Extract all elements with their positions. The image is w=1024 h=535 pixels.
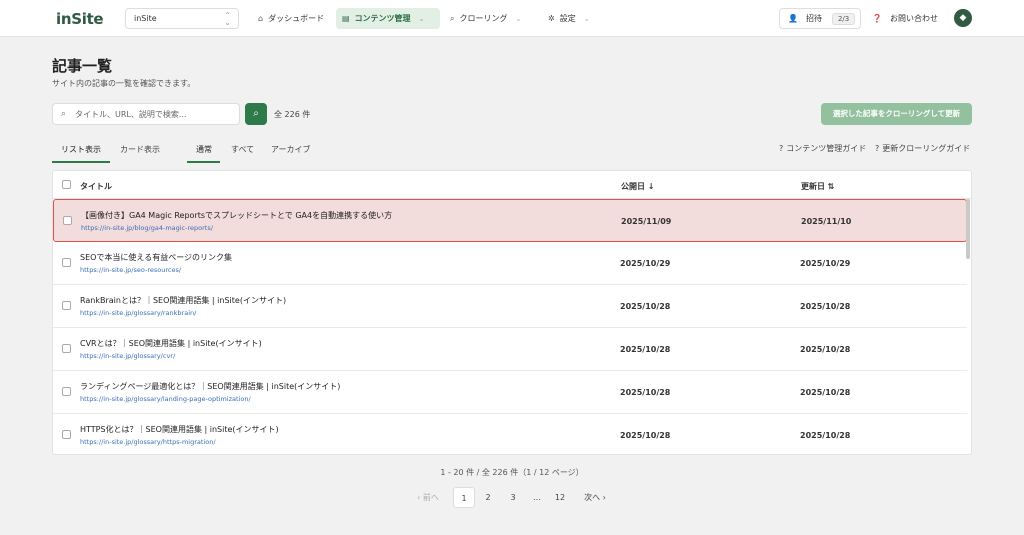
- row-title[interactable]: RankBrainとは？｜SEO関連用語集 | inSite(インサイト): [80, 295, 286, 306]
- invite-button[interactable]: 👤 招待 2/3: [779, 8, 861, 29]
- row-published: 2025/11/09: [621, 217, 672, 226]
- row-updated: 2025/10/28: [800, 431, 851, 440]
- nav-content-management[interactable]: ▤ コンテンツ管理 ⌄: [336, 8, 440, 29]
- pagination-page-12[interactable]: 12: [549, 487, 571, 508]
- tab-archive[interactable]: アーカイブ: [271, 144, 311, 161]
- chevron-down-icon: ⌄: [515, 14, 522, 23]
- row-updated: 2025/10/28: [800, 302, 851, 311]
- row-checkbox[interactable]: [62, 387, 71, 396]
- pagination-page-1[interactable]: 1: [453, 487, 475, 508]
- search-box: ⌕: [52, 103, 240, 125]
- row-checkbox[interactable]: [62, 258, 71, 267]
- invite-label: 招待: [805, 14, 822, 23]
- nav-settings[interactable]: ✲ 設定 ⌄: [542, 8, 596, 29]
- nav-crawling-label: クローリング: [459, 14, 508, 23]
- table-row[interactable]: SEOで本当に使える有益ページのリンク集 https://in-site.jp/…: [53, 242, 967, 285]
- row-published: 2025/10/28: [620, 431, 671, 440]
- home-icon: ⌂: [258, 14, 264, 23]
- row-url[interactable]: https://in-site.jp/glossary/rankbrain/: [80, 309, 196, 317]
- crawl-guide-label: 更新クローリングガイド: [882, 144, 971, 153]
- table-scrollbar[interactable]: [966, 199, 970, 259]
- chevron-down-icon: ⌄: [418, 14, 425, 23]
- row-updated: 2025/10/29: [800, 259, 851, 268]
- row-checkbox[interactable]: [62, 301, 71, 310]
- add-user-icon: 👤: [788, 14, 798, 23]
- crawl-guide-link[interactable]: ? 更新クローリングガイド: [875, 143, 970, 154]
- document-icon: ▤: [342, 14, 350, 23]
- row-updated: 2025/11/10: [801, 217, 852, 226]
- row-title[interactable]: 【画像付き】GA4 Magic Reportsでスプレッドシートとで GA4を自…: [81, 210, 392, 221]
- column-title: タイトル: [80, 182, 112, 191]
- invite-count-badge: 2/3: [831, 12, 856, 25]
- pagination-next[interactable]: 次へ ›: [580, 487, 610, 508]
- pagination-prev[interactable]: ‹ 前へ: [413, 487, 443, 508]
- help-circle-icon: ?: [875, 144, 880, 153]
- row-title[interactable]: CVRとは？｜SEO関連用語集 | inSite(インサイト): [80, 338, 262, 349]
- tab-card-view[interactable]: カード表示: [120, 144, 160, 161]
- row-title[interactable]: HTTPS化とは？｜SEO関連用語集 | inSite(インサイト): [80, 424, 279, 435]
- site-select[interactable]: inSite ⌃ ⌄: [125, 8, 239, 29]
- table-row[interactable]: CVRとは？｜SEO関連用語集 | inSite(インサイト) https://…: [53, 328, 967, 371]
- search-input[interactable]: [75, 107, 235, 122]
- contact-label: お問い合わせ: [889, 14, 938, 23]
- total-count: 全 226 件: [274, 110, 311, 119]
- row-published: 2025/10/28: [620, 302, 671, 311]
- row-url[interactable]: https://in-site.jp/blog/ga4-magic-report…: [81, 224, 213, 232]
- row-updated: 2025/10/28: [800, 388, 851, 397]
- select-all-checkbox[interactable]: [62, 180, 71, 189]
- row-checkbox[interactable]: [62, 344, 71, 353]
- column-updated[interactable]: 更新日 ⇅: [801, 181, 835, 192]
- nav-crawling[interactable]: ⌕ クローリング ⌄: [444, 8, 527, 29]
- table-header: タイトル 公開日 ↓ 更新日 ⇅: [53, 171, 971, 199]
- row-published: 2025/10/29: [620, 259, 671, 268]
- search-icon: ⌕: [253, 108, 259, 119]
- row-url[interactable]: https://in-site.jp/glossary/cvr/: [80, 352, 175, 360]
- row-published: 2025/10/28: [620, 388, 671, 397]
- pagination-page-3[interactable]: 3: [503, 487, 523, 508]
- pagination-page-2[interactable]: 2: [478, 487, 498, 508]
- table-row[interactable]: 【画像付き】GA4 Magic Reportsでスプレッドシートとで GA4を自…: [53, 199, 967, 242]
- row-url[interactable]: https://in-site.jp/glossary/https-migrat…: [80, 438, 216, 446]
- site-select-value: inSite: [134, 14, 157, 23]
- row-url[interactable]: https://in-site.jp/seo-resources/: [80, 266, 181, 274]
- content-management-guide-link[interactable]: ? コンテンツ管理ガイド: [779, 143, 866, 154]
- column-published[interactable]: 公開日 ↓: [621, 181, 655, 192]
- table-row[interactable]: RankBrainとは？｜SEO関連用語集 | inSite(インサイト) ht…: [53, 285, 967, 328]
- nav-dashboard-label: ダッシュボード: [268, 14, 325, 23]
- page-title: 記事一覧: [52, 57, 113, 75]
- content-guide-label: コンテンツ管理ガイド: [786, 144, 867, 153]
- chevron-updown-icon: ⌃ ⌄: [224, 11, 231, 27]
- table-row[interactable]: ランディングページ最適化とは？｜SEO関連用語集 | inSite(インサイト)…: [53, 371, 967, 414]
- logo[interactable]: inSite: [56, 10, 104, 28]
- question-icon: ❓: [872, 14, 882, 23]
- row-published: 2025/10/28: [620, 345, 671, 354]
- avatar[interactable]: ◆: [954, 9, 972, 27]
- page-description: サイト内の記事の一覧を確認できます。: [52, 79, 196, 88]
- search-icon: ⌕: [450, 13, 455, 23]
- chevron-down-icon: ⌄: [583, 14, 590, 23]
- search-icon: ⌕: [61, 109, 67, 119]
- tab-list-view[interactable]: リスト表示: [52, 144, 110, 163]
- table-row[interactable]: HTTPS化とは？｜SEO関連用語集 | inSite(インサイト) https…: [53, 414, 967, 454]
- pagination-ellipsis: …: [533, 493, 541, 502]
- pagination-info: 1 - 20 件 / 全 226 件（1 / 12 ページ）: [440, 468, 584, 477]
- contact-link[interactable]: ❓ お問い合わせ: [872, 13, 938, 24]
- row-checkbox[interactable]: [63, 216, 72, 225]
- tab-normal[interactable]: 通常: [187, 144, 220, 163]
- nav-content-label: コンテンツ管理: [354, 14, 411, 23]
- search-button[interactable]: ⌕: [245, 103, 267, 125]
- row-title[interactable]: SEOで本当に使える有益ページのリンク集: [80, 252, 232, 263]
- crawl-selected-button[interactable]: 選択した記事をクローリングして更新: [821, 103, 972, 125]
- nav-settings-label: 設定: [559, 14, 576, 23]
- gear-icon: ✲: [548, 14, 555, 23]
- row-title[interactable]: ランディングページ最適化とは？｜SEO関連用語集 | inSite(インサイト): [80, 381, 340, 392]
- nav-dashboard[interactable]: ⌂ ダッシュボード: [252, 8, 330, 29]
- row-checkbox[interactable]: [62, 430, 71, 439]
- row-url[interactable]: https://in-site.jp/glossary/landing-page…: [80, 395, 251, 403]
- tab-all[interactable]: すべて: [231, 144, 254, 161]
- top-header: inSite inSite ⌃ ⌄ ⌂ ダッシュボード ▤ コンテンツ管理 ⌄ ⌕…: [0, 0, 1024, 37]
- articles-table: タイトル 公開日 ↓ 更新日 ⇅ 【画像付き】GA4 Magic Reports…: [52, 170, 972, 455]
- row-updated: 2025/10/28: [800, 345, 851, 354]
- help-circle-icon: ?: [779, 144, 784, 153]
